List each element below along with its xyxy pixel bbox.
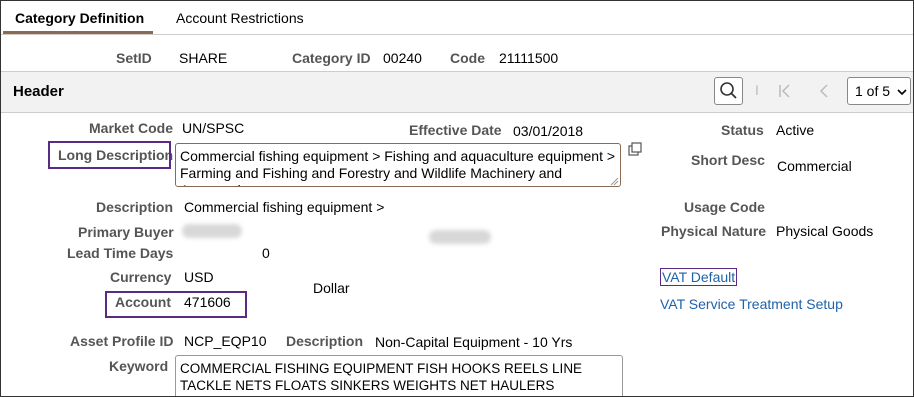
- header-bar: Header I 1 of 5: [1, 71, 913, 113]
- effective-date-value: 03/01/2018: [513, 123, 584, 139]
- category-id-value: 00240: [383, 50, 422, 66]
- setid-value: SHARE: [179, 50, 228, 66]
- market-code-label: Market Code: [89, 120, 174, 136]
- code-value: 21111500: [499, 50, 559, 66]
- long-description-textarea[interactable]: Commercial fishing equipment > Fishing a…: [175, 143, 621, 187]
- account-value: 471606: [184, 294, 231, 310]
- long-description-highlight: [48, 141, 171, 169]
- asset-description-label: Description: [286, 333, 364, 349]
- description-value: Commercial fishing equipment >: [184, 199, 385, 215]
- status-value: Active: [776, 122, 815, 138]
- status-label: Status: [721, 122, 764, 138]
- primary-buyer-redacted: [182, 224, 242, 238]
- lead-time-value: 0: [262, 245, 270, 261]
- short-desc-value: Commercial: [777, 158, 852, 174]
- keyword-label: Keyword: [109, 358, 169, 374]
- setid-label: SetID: [116, 50, 152, 66]
- market-code-value: UN/SPSC: [182, 120, 245, 136]
- usage-code-label: Usage Code: [684, 199, 765, 215]
- asset-profile-label: Asset Profile ID: [70, 333, 174, 349]
- vat-default-link[interactable]: VAT Default: [660, 268, 738, 286]
- keyword-textarea[interactable]: COMMERCIAL FISHING EQUIPMENT FISH HOOKS …: [175, 355, 623, 396]
- tab-category-definition[interactable]: Category Definition: [15, 10, 144, 26]
- resize-grip-icon[interactable]: [609, 176, 619, 186]
- lead-time-label: Lead Time Days: [67, 245, 174, 261]
- keyword-text: COMMERCIAL FISHING EQUIPMENT FISH HOOKS …: [180, 361, 583, 393]
- first-page-icon[interactable]: [777, 83, 793, 99]
- currency-description: Dollar: [313, 280, 350, 296]
- code-label: Code: [450, 50, 485, 66]
- primary-buyer-label: Primary Buyer: [78, 224, 174, 240]
- previous-page-icon[interactable]: [816, 83, 832, 99]
- primary-buyer-name-redacted: [429, 230, 491, 244]
- physical-nature-value: Physical Goods: [776, 223, 874, 239]
- currency-label: Currency: [110, 269, 172, 285]
- vat-service-treatment-link[interactable]: VAT Service Treatment Setup: [660, 296, 843, 312]
- expand-icon[interactable]: [628, 142, 642, 156]
- toolbar-separator: I: [755, 82, 759, 98]
- account-label: Account: [115, 294, 171, 310]
- long-description-text: Commercial fishing equipment > Fishing a…: [180, 148, 616, 186]
- tab-bar: Category Definition Account Restrictions: [1, 1, 913, 35]
- description-label: Description: [96, 199, 174, 215]
- physical-nature-label: Physical Nature: [661, 223, 767, 239]
- page-frame: Category Definition Account Restrictions…: [0, 0, 914, 397]
- pager-value: 1 of 5: [855, 83, 891, 99]
- asset-description-value: Non-Capital Equipment - 10 Yrs: [375, 334, 573, 350]
- short-desc-label: Short Desc: [691, 152, 765, 168]
- effective-date-label: Effective Date: [409, 122, 502, 138]
- tab-account-restrictions[interactable]: Account Restrictions: [176, 10, 304, 26]
- section-title: Header: [13, 83, 64, 100]
- active-tab-indicator: [3, 31, 153, 34]
- currency-value: USD: [184, 269, 214, 285]
- search-button[interactable]: [714, 77, 743, 105]
- asset-profile-value: NCP_EQP10: [184, 333, 267, 349]
- pager-dropdown[interactable]: 1 of 5: [847, 77, 911, 105]
- category-id-label: Category ID: [292, 50, 371, 66]
- chevron-down-icon: [897, 89, 907, 96]
- search-icon: [720, 82, 737, 99]
